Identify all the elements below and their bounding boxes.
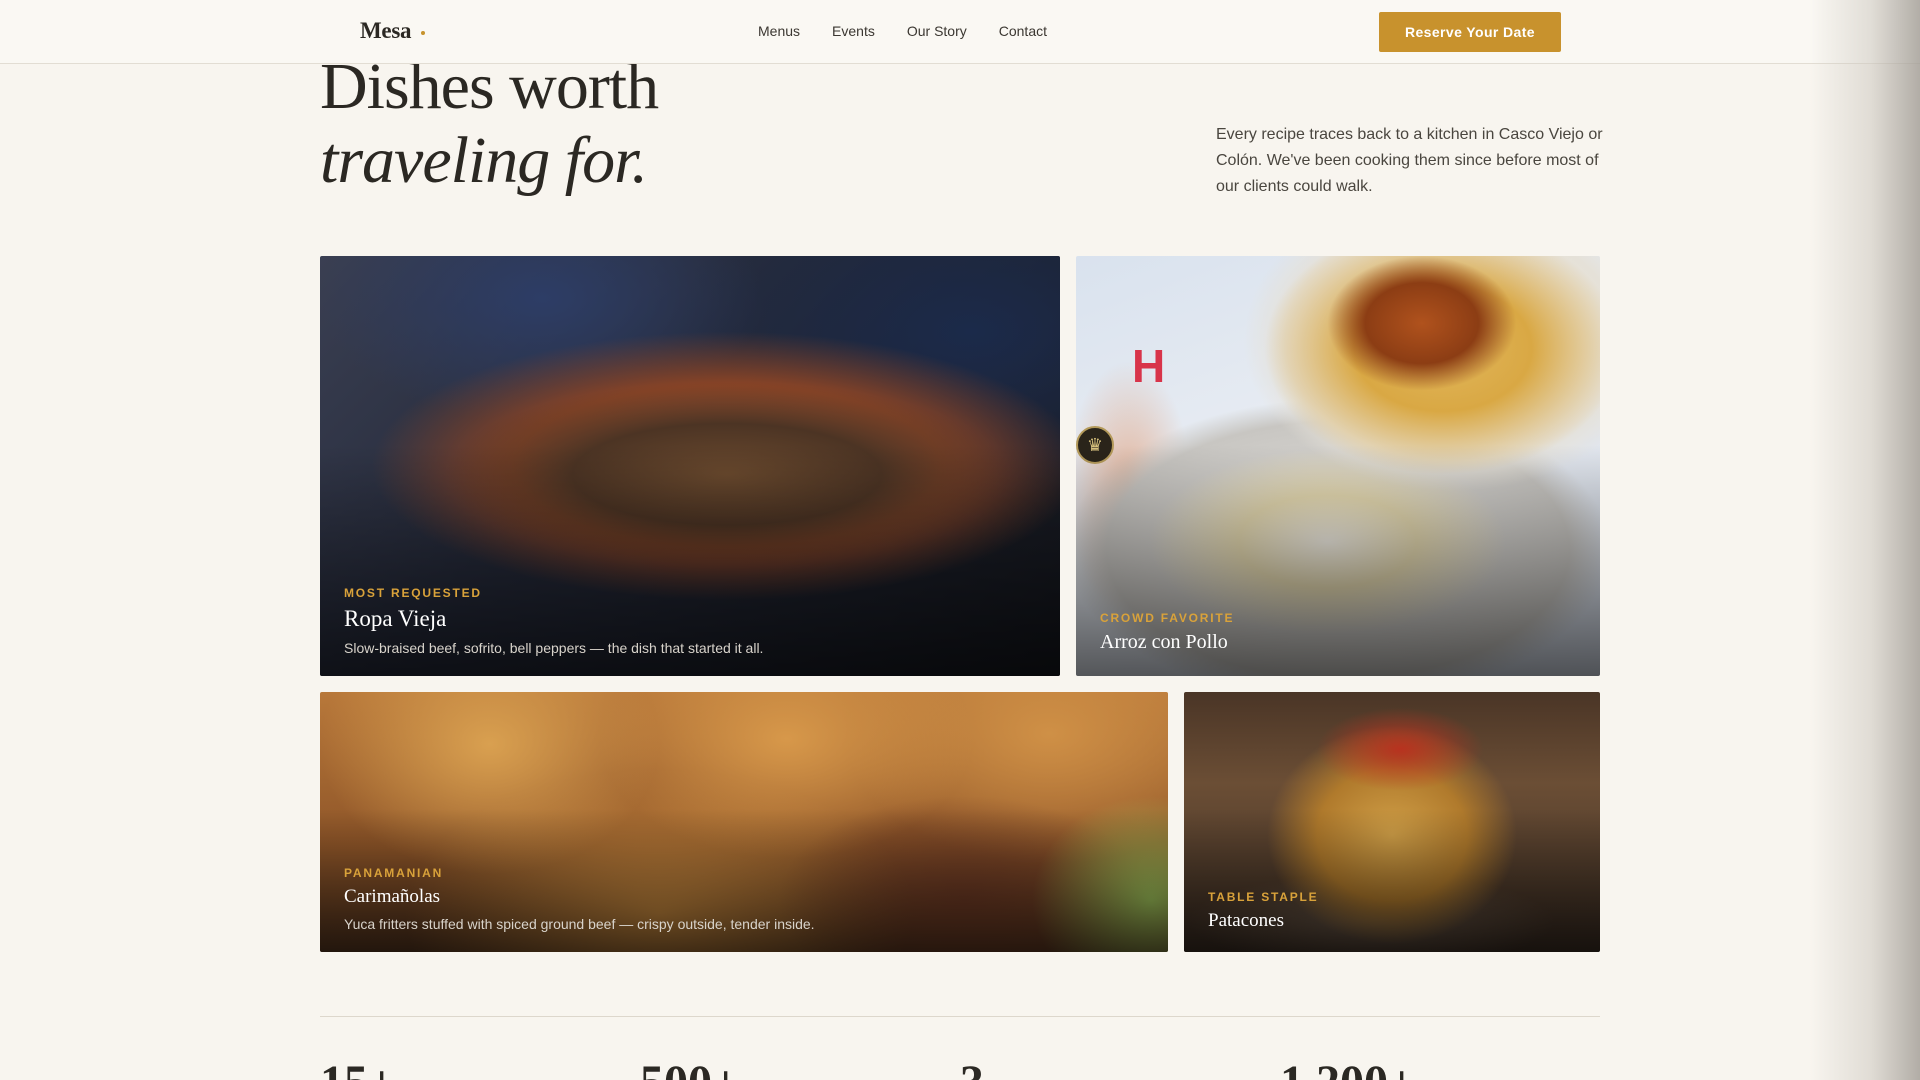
dish-caption: Crowd Favorite Arroz con Pollo: [1100, 611, 1234, 654]
dish-caption: Panamanian Carimañolas Yuca fritters stu…: [344, 866, 815, 932]
dish-card-patacones[interactable]: Table Staple Patacones: [1184, 692, 1600, 952]
dish-name: Patacones: [1208, 910, 1284, 931]
stat-value: 15+: [320, 1058, 640, 1080]
dish-description: Slow-braised beef, sofrito, bell peppers…: [344, 640, 764, 656]
nav-link-menus[interactable]: Menus: [758, 23, 800, 39]
dish-tag: Panamanian: [344, 866, 444, 880]
hero-title: Dishes worth traveling for.: [320, 50, 659, 198]
dish-tag: Most Requested: [344, 586, 482, 600]
stats-row: 15+ 500+ 3 1,200+: [320, 1058, 1600, 1080]
dish-name: Arroz con Pollo: [1100, 631, 1228, 653]
top-nav: Mesa Menus Events Our Story Contact Rese…: [0, 0, 1920, 64]
hero-title-line2: traveling for.: [320, 124, 648, 197]
dish-card-carimanolas[interactable]: Panamanian Carimañolas Yuca fritters stu…: [320, 692, 1168, 952]
reserve-button[interactable]: Reserve Your Date: [1379, 12, 1561, 52]
dish-name: Carimañolas: [344, 886, 441, 907]
dish-caption: Most Requested Ropa Vieja Slow-braised b…: [344, 586, 763, 656]
nav-link-contact[interactable]: Contact: [999, 23, 1047, 39]
dish-caption: Table Staple Patacones: [1208, 890, 1319, 932]
dish-tag: Table Staple: [1208, 890, 1319, 904]
nav-links: Menus Events Our Story Contact: [758, 23, 1047, 39]
stat-value: 500+: [640, 1058, 960, 1080]
dish-description: Yuca fritters stuffed with spiced ground…: [344, 916, 815, 932]
edge-shadow: [1810, 0, 1920, 1080]
logo-dot: [421, 31, 425, 35]
nav-link-our-story[interactable]: Our Story: [907, 23, 967, 39]
logo[interactable]: Mesa: [360, 18, 411, 44]
dish-card-ropa-vieja[interactable]: Most Requested Ropa Vieja Slow-braised b…: [320, 256, 1060, 676]
stat-value: 3: [960, 1058, 1280, 1080]
dish-card-arroz-con-pollo[interactable]: H ♛ Crowd Favorite Arroz con Pollo: [1076, 256, 1600, 676]
nav-link-events[interactable]: Events: [832, 23, 875, 39]
dish-tag: Crowd Favorite: [1100, 611, 1235, 625]
hero-description: Every recipe traces back to a kitchen in…: [1216, 126, 1603, 195]
dish-name: Ropa Vieja: [344, 606, 447, 631]
stat-value: 1,200+: [1280, 1058, 1600, 1080]
section-divider: [320, 1016, 1600, 1017]
